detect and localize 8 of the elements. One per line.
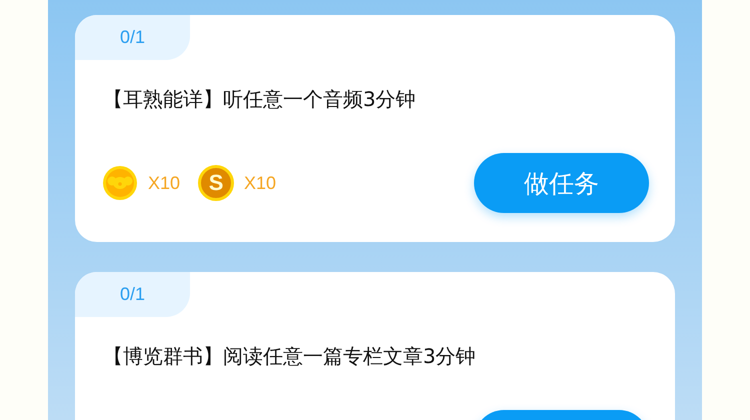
do-task-button[interactable]: 做任务 xyxy=(474,153,649,213)
reward-amount: X10 xyxy=(244,172,276,194)
task-title: 【耳熟能详】听任意一个音频3分钟 xyxy=(103,86,417,113)
coin-icon: S xyxy=(198,165,234,201)
progress-count: 0/1 xyxy=(75,15,190,60)
task-title: 【博览群书】阅读任意一篇专栏文章3分钟 xyxy=(103,343,477,370)
progress-count: 0/1 xyxy=(75,272,190,317)
reward-amount: X10 xyxy=(148,172,180,194)
